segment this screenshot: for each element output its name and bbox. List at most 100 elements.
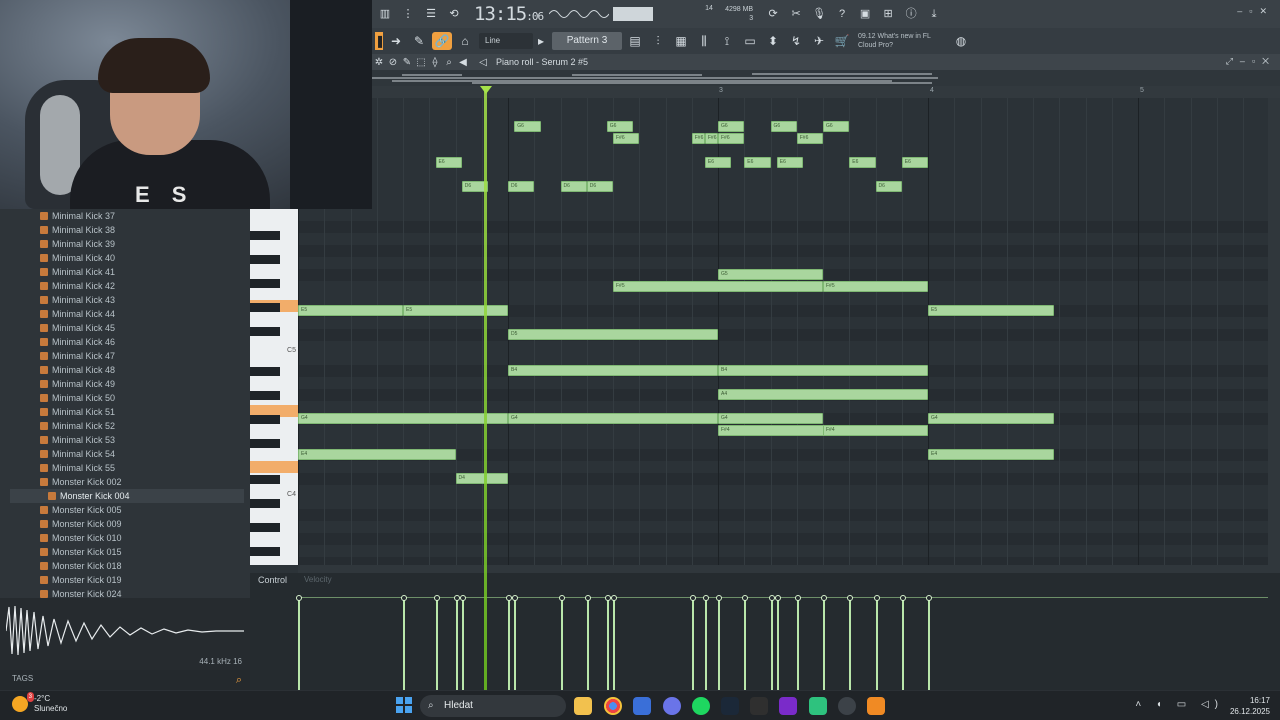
- velocity-handle[interactable]: [453, 595, 460, 601]
- channel-rack-icon[interactable]: ⫶: [648, 32, 668, 50]
- snap-selector[interactable]: Line: [479, 33, 533, 49]
- black-key[interactable]: [250, 439, 280, 448]
- windows-start-icon[interactable]: [396, 697, 412, 713]
- velocity-bar[interactable]: [403, 598, 405, 690]
- touch-icon[interactable]: ✈: [809, 32, 829, 50]
- black-key[interactable]: [250, 499, 280, 508]
- velocity-bar[interactable]: [770, 598, 773, 690]
- song-time-display[interactable]: 13:15:06: [474, 3, 544, 25]
- refresh-icon[interactable]: ⟳: [763, 5, 783, 23]
- browser-list-item[interactable]: Monster Kick 005: [40, 503, 122, 517]
- velocity-bar[interactable]: [461, 598, 464, 690]
- black-key[interactable]: [250, 475, 280, 484]
- velocity-handle[interactable]: [459, 595, 466, 601]
- velocity-handle[interactable]: [512, 595, 519, 601]
- velocity-handle[interactable]: [702, 595, 709, 601]
- midi-note[interactable]: F#6: [704, 133, 718, 144]
- velocity-handle[interactable]: [611, 595, 617, 601]
- pattern-song-icon[interactable]: ▥: [375, 5, 395, 23]
- piano-keyboard[interactable]: C5 C4: [250, 209, 298, 565]
- horizontal-scrollbar[interactable]: [298, 565, 1280, 573]
- midi-note[interactable]: G6: [606, 121, 633, 132]
- browser-list-item[interactable]: Monster Kick 019: [40, 573, 122, 587]
- browser-list-item[interactable]: Monster Kick 010: [40, 531, 122, 545]
- play-indicator-icon[interactable]: ❚: [375, 32, 385, 50]
- midi-note[interactable]: G6: [770, 121, 797, 132]
- playhead-marker[interactable]: [480, 86, 492, 94]
- tempo-tap-icon[interactable]: ↯: [786, 32, 806, 50]
- midi-note[interactable]: E5: [298, 305, 403, 316]
- zoom-tool-icon[interactable]: ⌕: [442, 57, 456, 68]
- note-grid-upper[interactable]: G6 G6 F#6 F#6 F#6 F#6 G6 G6 F#6 G6 E6 E6 E6 E6 E6 E6 D6 D…: [372, 98, 1268, 209]
- black-key[interactable]: [250, 255, 280, 264]
- browser-list-item[interactable]: Minimal Kick 48: [40, 363, 115, 377]
- playlist-icon[interactable]: ▤: [625, 32, 645, 50]
- black-key[interactable]: [250, 415, 280, 424]
- chrome-icon[interactable]: [604, 697, 622, 715]
- tools-icon[interactable]: ✂: [786, 5, 806, 23]
- velocity-handle[interactable]: [926, 595, 932, 601]
- browser-list-item[interactable]: Minimal Kick 45: [40, 321, 115, 335]
- velocity-handle[interactable]: [506, 595, 512, 601]
- midi-note[interactable]: G6: [514, 121, 541, 132]
- help-icon[interactable]: ?: [832, 5, 852, 23]
- browser-list-item[interactable]: Minimal Kick 53: [40, 433, 115, 447]
- velocity-bar[interactable]: [508, 598, 510, 690]
- midi-note[interactable]: D6: [508, 181, 535, 192]
- midi-note[interactable]: G5: [718, 269, 823, 280]
- midi-note[interactable]: G4: [718, 413, 823, 424]
- note-overview-strip[interactable]: [372, 70, 1280, 86]
- playback-tool-icon[interactable]: ◀: [456, 57, 470, 68]
- velocity-handle[interactable]: [584, 595, 591, 601]
- browser-list-item[interactable]: Monster Kick 015: [40, 545, 122, 559]
- midi-note[interactable]: A4: [718, 389, 928, 400]
- record-mode-icon[interactable]: ⟲: [444, 5, 464, 23]
- browser-list-item[interactable]: Minimal Kick 38: [40, 223, 115, 237]
- browser-list-item[interactable]: Monster Kick 002: [40, 475, 122, 489]
- black-key[interactable]: [250, 279, 280, 288]
- velocity-handle[interactable]: [821, 595, 827, 601]
- black-key[interactable]: [250, 367, 280, 376]
- browser-icon[interactable]: ⟟: [717, 32, 737, 50]
- playhead[interactable]: [484, 86, 487, 690]
- velocity-handle[interactable]: [899, 595, 906, 601]
- velocity-handle[interactable]: [716, 595, 722, 601]
- cart-icon[interactable]: 🛒: [832, 32, 852, 50]
- black-key[interactable]: [250, 327, 280, 336]
- browser-list-item[interactable]: Minimal Kick 51: [40, 405, 115, 419]
- browser-list-item[interactable]: Minimal Kick 44: [40, 307, 115, 321]
- velocity-handle[interactable]: [774, 595, 781, 601]
- taskbar-search[interactable]: ⌕ Hledat: [420, 695, 566, 717]
- black-key[interactable]: [250, 303, 280, 312]
- browser-list-item[interactable]: Minimal Kick 49: [40, 377, 115, 391]
- velocity-bar[interactable]: [691, 598, 694, 690]
- highlighted-key[interactable]: [250, 461, 298, 473]
- pattern-selector[interactable]: Pattern 3: [552, 32, 622, 50]
- velocity-bar[interactable]: [901, 598, 904, 690]
- velocity-bar[interactable]: [849, 598, 852, 690]
- file-explorer-icon[interactable]: [574, 697, 592, 715]
- draw-tool-icon[interactable]: ✎: [400, 57, 414, 68]
- steam-icon[interactable]: [721, 697, 739, 715]
- velocity-bar[interactable]: [796, 598, 799, 690]
- magnet-icon[interactable]: ✲: [372, 57, 386, 68]
- midi-note[interactable]: G6: [718, 121, 745, 132]
- velocity-bar[interactable]: [823, 598, 825, 690]
- midi-note[interactable]: F#4: [823, 425, 928, 436]
- browser-list-item[interactable]: Minimal Kick 54: [40, 447, 115, 461]
- system-tray[interactable]: ˄ ◖ ▭ ◁): [1135, 699, 1224, 710]
- midi-note[interactable]: F#6: [691, 133, 705, 144]
- piano-roll-icon[interactable]: ▦: [671, 32, 691, 50]
- plugin-icon[interactable]: ⊞: [878, 5, 898, 23]
- browser-list-item[interactable]: Minimal Kick 47: [40, 349, 115, 363]
- select-tool-icon[interactable]: ⬚: [414, 57, 428, 68]
- velocity-bar[interactable]: [514, 598, 517, 690]
- velocity-handle[interactable]: [768, 595, 775, 601]
- spotify-icon[interactable]: [692, 697, 710, 715]
- midi-note[interactable]: F#6: [796, 133, 823, 144]
- midi-note[interactable]: F#5: [823, 281, 928, 292]
- midi-note[interactable]: B4: [718, 365, 928, 376]
- control-label[interactable]: Control: [258, 575, 287, 585]
- velocity-handle[interactable]: [742, 595, 749, 601]
- note-grid[interactable]: G5 F#5 F#5 E5 E5 E5 D5 B4 B4 A4 G4 G4 G4 G4 F#4 F#4 E4 E4…: [298, 209, 1268, 565]
